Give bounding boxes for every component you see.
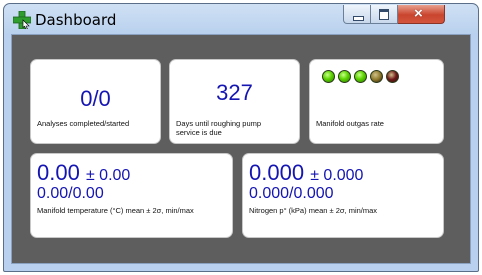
led-indicator-1	[322, 70, 335, 83]
dashboard-window: Dashboard × 0/0 Analyses completed/start…	[3, 3, 479, 272]
temperature-mean: 0.00 ± 0.00	[37, 160, 130, 186]
nitrogen-sigma: ± 0.000	[310, 167, 364, 184]
pump-service-tile: 327 Days until roughing pump service is …	[169, 59, 300, 144]
temperature-mean-value: 0.00	[37, 160, 80, 185]
analyses-tile: 0/0 Analyses completed/started	[30, 59, 161, 144]
title-bar[interactable]: Dashboard ×	[4, 4, 478, 36]
outgas-label: Manifold outgas rate	[316, 119, 384, 128]
pump-service-label: Days until roughing pump service is due	[176, 119, 262, 137]
temperature-minmax: 0.00/0.00	[37, 185, 104, 202]
dashboard-panel: 0/0 Analyses completed/started 327 Days …	[11, 34, 471, 264]
outgas-tile: Manifold outgas rate	[309, 59, 444, 144]
pump-days-value: 327	[216, 80, 253, 105]
green-plus-icon	[13, 11, 31, 29]
maximize-button[interactable]	[371, 5, 398, 24]
close-button[interactable]: ×	[398, 5, 445, 24]
led-indicator-3	[354, 70, 367, 83]
nitrogen-tile: 0.000 ± 0.000 0.000/0.000 Nitrogen p° (k…	[242, 153, 444, 238]
close-icon: ×	[414, 5, 423, 22]
temperature-tile: 0.00 ± 0.00 0.00/0.00 Manifold temperatu…	[30, 153, 233, 238]
window-title: Dashboard	[35, 11, 117, 29]
nitrogen-mean: 0.000 ± 0.000	[249, 160, 363, 186]
temperature-label: Manifold temperature (°C) mean ± 2σ, min…	[37, 206, 194, 215]
minimize-button[interactable]	[343, 5, 371, 24]
analyses-label: Analyses completed/started	[37, 119, 130, 128]
nitrogen-minmax: 0.000/0.000	[249, 185, 334, 202]
nitrogen-label: Nitrogen p° (kPa) mean ± 2σ, min/max	[249, 206, 378, 215]
analyses-value: 0/0	[80, 86, 111, 111]
led-indicator-5	[386, 70, 399, 83]
led-indicator-4	[370, 70, 383, 83]
minimize-icon	[353, 16, 364, 21]
temperature-sigma: ± 0.00	[85, 167, 131, 184]
led-indicator-2	[338, 70, 351, 83]
maximize-icon	[379, 9, 389, 20]
nitrogen-mean-value: 0.000	[249, 160, 305, 185]
